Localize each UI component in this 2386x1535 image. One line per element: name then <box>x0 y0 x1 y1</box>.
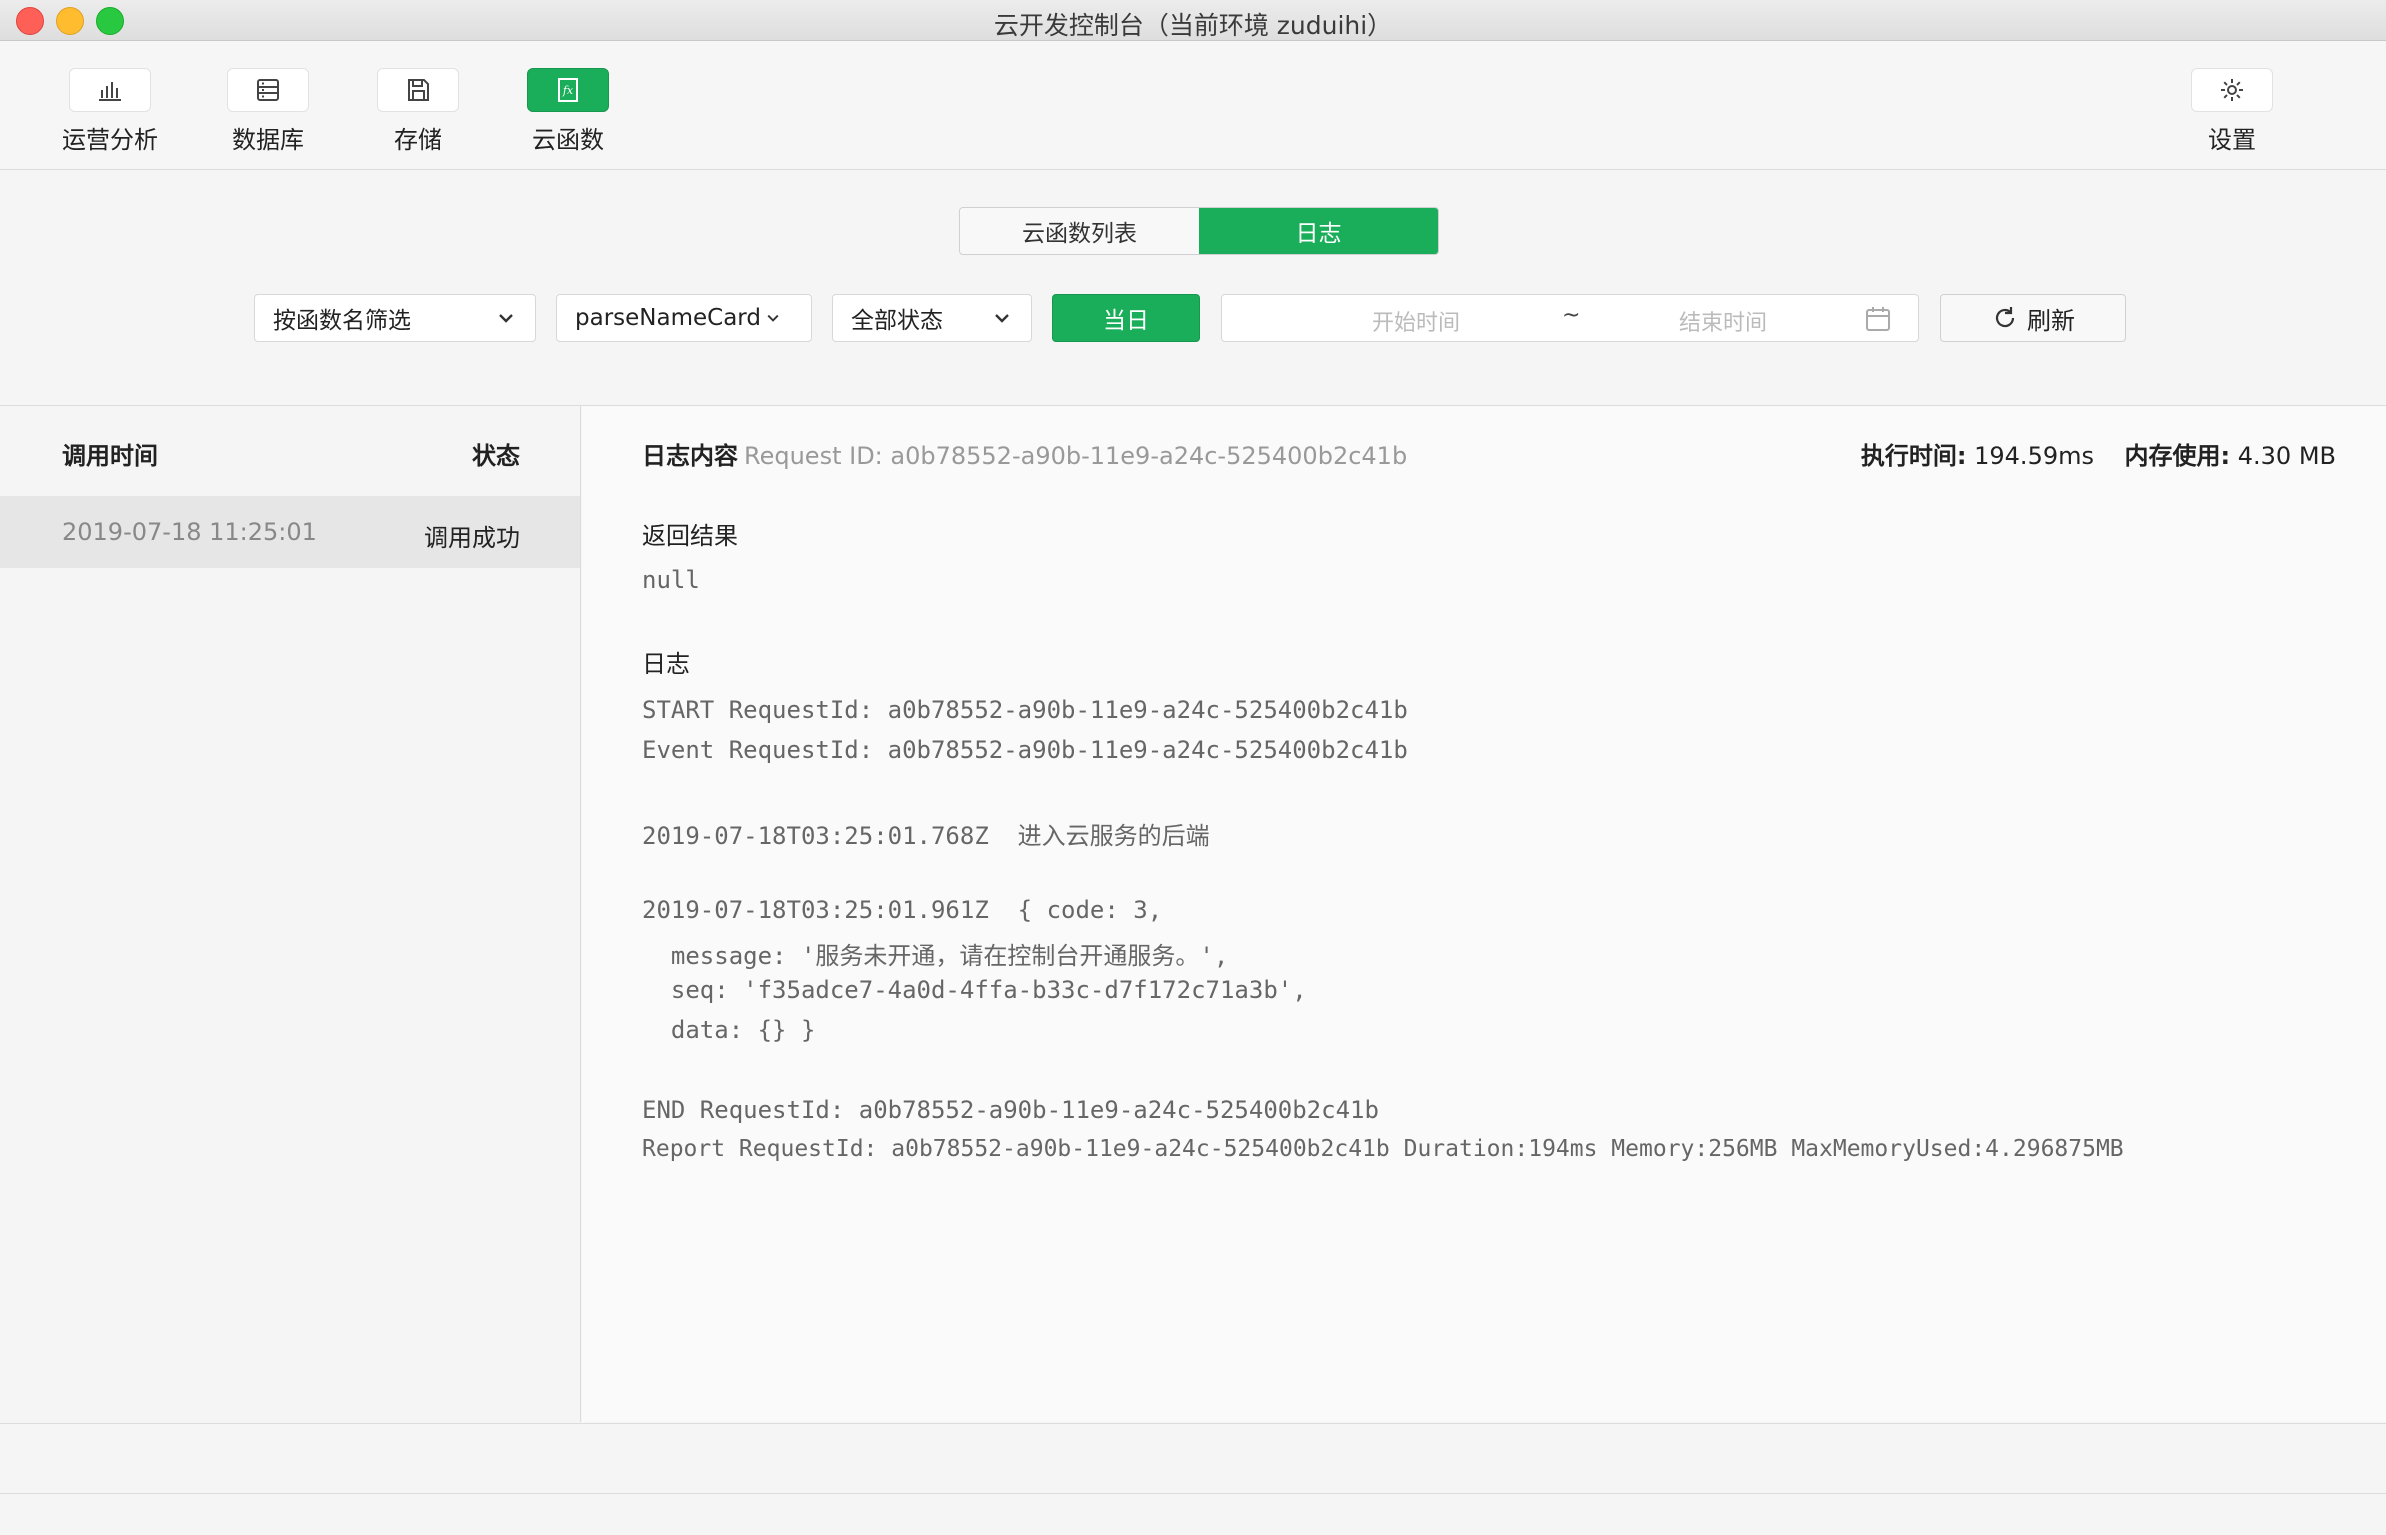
toolbar-item-storage[interactable]: 存储 <box>358 68 478 155</box>
database-icon <box>257 79 279 101</box>
calendar-icon[interactable] <box>1864 305 1892 333</box>
exec-time-label: 执行时间: <box>1860 442 1967 470</box>
invocation-time: 2019-07-18 11:25:01 <box>62 518 317 546</box>
result-title: 返回结果 <box>642 522 738 550</box>
toolbar-item-cloud-functions[interactable]: fx 云函数 <box>508 68 628 155</box>
toolbar-label-storage: 存储 <box>394 126 442 154</box>
toolbar: 运营分析 数据库 存储 fx 云函数 设置 <box>0 41 2386 170</box>
log-line: END RequestId: a0b78552-a90b-11e9-a24c-5… <box>642 1096 1379 1124</box>
invocation-list: 调用时间 状态 2019-07-18 11:25:01 调用成功 <box>0 406 581 1422</box>
title-bar: 云开发控制台（当前环境 zuduihi） <box>0 0 2386 41</box>
end-time-input[interactable]: 结束时间 <box>1679 305 1767 337</box>
date-range-separator: ~ <box>1562 303 1581 328</box>
column-header-time: 调用时间 <box>62 442 158 470</box>
tab-function-list[interactable]: 云函数列表 <box>960 208 1199 254</box>
log-detail-panel: 日志内容 Request ID: a0b78552-a90b-11e9-a24c-… <box>582 406 2386 1422</box>
toolbar-label-settings: 设置 <box>2208 126 2256 154</box>
invocation-status: 调用成功 <box>424 524 520 552</box>
memory-label: 内存使用: <box>2124 442 2231 470</box>
today-button[interactable]: 当日 <box>1052 294 1200 342</box>
function-fx-icon: fx <box>558 78 578 102</box>
log-title: 日志内容 <box>642 442 738 470</box>
refresh-label: 刷新 <box>2027 306 2075 335</box>
toolbar-button-storage[interactable] <box>377 68 459 112</box>
log-line: data: {} } <box>642 1016 816 1044</box>
toolbar-button-database[interactable] <box>227 68 309 112</box>
toolbar-label-database: 数据库 <box>232 126 304 154</box>
toolbar-button-analytics[interactable] <box>69 68 151 112</box>
svg-text:fx: fx <box>562 84 574 97</box>
column-header-status: 状态 <box>472 442 520 470</box>
refresh-icon <box>1995 307 2015 328</box>
start-time-input[interactable]: 开始时间 <box>1372 305 1460 337</box>
refresh-button[interactable]: 刷新 <box>1940 294 2126 342</box>
logs-title: 日志 <box>642 650 690 678</box>
result-value: null <box>642 566 700 594</box>
toolbar-item-database[interactable]: 数据库 <box>208 68 328 155</box>
execution-stats: 执行时间: 194.59ms 内存使用: 4.30 MB <box>1861 436 2336 471</box>
log-line: START RequestId: a0b78552-a90b-11e9-a24c… <box>642 696 1408 724</box>
toolbar-button-cloud-functions[interactable]: fx <box>527 68 609 112</box>
gear-icon <box>2221 79 2243 101</box>
log-line: Event RequestId: a0b78552-a90b-11e9-a24c… <box>642 736 1408 764</box>
toolbar-label-cloud-functions: 云函数 <box>532 126 604 154</box>
memory-value: 4.30 MB <box>2237 442 2336 470</box>
request-id: Request ID: a0b78552-a90b-11e9-a24c-5254… <box>744 442 1408 470</box>
window-title: 云开发控制台（当前环境 zuduihi） <box>993 11 1393 40</box>
bottom-bar <box>0 1423 2386 1535</box>
toolbar-label-analytics: 运营分析 <box>62 126 158 154</box>
log-line: seq: 'f35adce7-4a0d-4ffa-b33c-d7f172c71a… <box>642 976 1307 1004</box>
status-select[interactable]: 全部状态 <box>832 294 1032 342</box>
date-range-picker[interactable]: 开始时间 ~ 结束时间 <box>1221 294 1919 342</box>
chevron-down-icon <box>995 314 1009 323</box>
log-header: 日志内容 Request ID: a0b78552-a90b-11e9-a24c-… <box>642 436 1407 471</box>
chevron-down-icon <box>767 314 779 322</box>
log-line: 2019-07-18T03:25:01.961Z { code: 3, <box>642 896 1163 924</box>
exec-time-value: 194.59ms <box>1974 442 2094 470</box>
view-segmented-control: 云函数列表 日志 <box>959 207 1439 255</box>
toolbar-button-settings[interactable] <box>2191 68 2273 112</box>
function-name-select[interactable]: parseNameCard <box>556 294 812 342</box>
bar-chart-icon <box>99 82 121 101</box>
filter-mode-value: 按函数名筛选 <box>273 308 411 334</box>
function-name-value: parseNameCard <box>575 305 761 331</box>
tab-logs[interactable]: 日志 <box>1199 208 1438 254</box>
log-line: Report RequestId: a0b78552-a90b-11e9-a24… <box>642 1136 2124 1162</box>
log-line: 2019-07-18T03:25:01.768Z 进入云服务的后端 <box>642 822 1210 850</box>
invocation-row[interactable]: 2019-07-18 11:25:01 调用成功 <box>0 496 580 568</box>
filter-mode-select[interactable]: 按函数名筛选 <box>254 294 536 342</box>
save-disk-icon <box>408 79 429 101</box>
chevron-down-icon <box>499 314 513 323</box>
log-line: message: '服务未开通，请在控制台开通服务。', <box>642 942 1229 970</box>
divider <box>0 1493 2386 1494</box>
toolbar-item-settings[interactable]: 设置 <box>2172 68 2292 155</box>
toolbar-item-analytics[interactable]: 运营分析 <box>50 68 170 155</box>
status-select-value: 全部状态 <box>851 308 943 334</box>
